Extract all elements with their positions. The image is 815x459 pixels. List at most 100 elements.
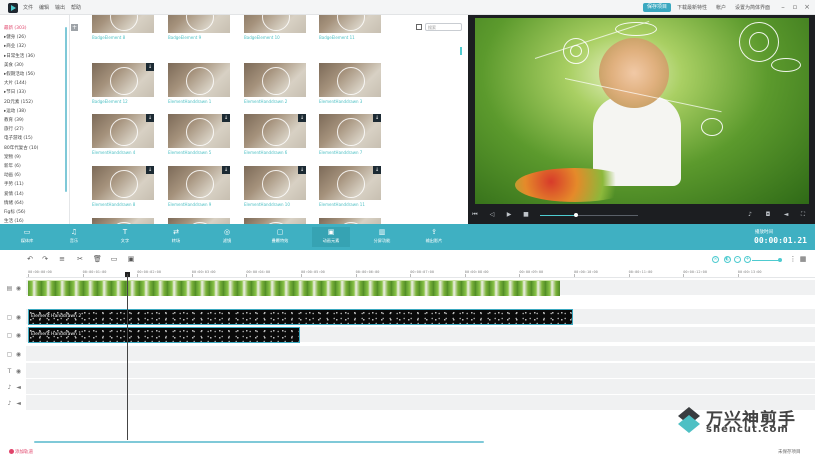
category-item[interactable]: ▸健身 (26) [4,34,26,40]
download-icon[interactable]: ↓ [373,114,381,122]
zoom-slider[interactable] [752,260,780,261]
menu-export[interactable]: 输出 [55,4,65,11]
crop-icon[interactable]: ▭ [110,255,118,263]
media-tile[interactable]: BadgeElement 8 [92,15,154,40]
media-scrollbar[interactable] [460,47,462,55]
playhead[interactable] [127,274,128,440]
media-tile[interactable]: ElementHanddrawn 1 [168,63,230,104]
category-scrollbar[interactable] [65,27,67,192]
add-icon[interactable]: + [71,24,78,31]
maximize-icon[interactable]: ▫ [791,3,799,11]
eye-icon[interactable]: ◉ [15,332,22,339]
step-back-icon[interactable]: ◁ [488,211,496,219]
media-tile[interactable]: ↓ ElementHanddrawn 10 [244,166,306,207]
category-item[interactable]: 教育 (39) [4,117,24,123]
download-icon[interactable]: ↓ [373,166,381,174]
download-icon[interactable]: ↓ [146,166,154,174]
category-item[interactable]: 电子游戏 (15) [4,135,33,141]
cut-icon[interactable]: ✂ [76,255,84,263]
media-thumbnail[interactable]: ↓ [244,114,306,148]
account-link[interactable]: 帐户 [716,4,726,11]
media-tile[interactable]: ↓ ElementHanddrawn 5 [168,114,230,155]
minimize-icon[interactable]: – [779,3,787,11]
element-clip[interactable]: Element Handdrawn 2 [28,309,573,325]
menu-file[interactable]: 文件 [23,4,33,11]
download-icon[interactable]: ↓ [298,166,306,174]
category-item[interactable]: 手势 (11) [4,181,24,187]
play-icon[interactable]: ▶ [505,211,513,219]
media-tile[interactable]: ↓ ElementHanddrawn 6 [244,114,306,155]
category-item[interactable]: ▸假期活动 (56) [4,71,35,77]
media-tile[interactable]: BadgeElement 9 [168,15,230,40]
add-track-icon[interactable] [9,449,14,454]
timeline-scrollbar[interactable] [34,441,484,443]
category-item[interactable]: 新年 (6) [4,163,21,169]
tool-elements[interactable]: ▣ 动画元素 [312,227,350,247]
undo-icon[interactable]: ↶ [26,255,34,263]
download-icon[interactable]: ↓ [222,166,230,174]
media-thumbnail[interactable]: ↓ [319,114,381,148]
fullscreen-icon[interactable]: ⛶ [799,211,807,219]
search-input[interactable]: 搜索 [425,23,462,31]
language-link[interactable]: 设置为简体界面 [735,4,770,11]
tracks-menu-icon[interactable]: ⋮ [789,255,797,263]
preview-progress-knob[interactable] [574,213,578,217]
media-tile[interactable]: ↓ ElementHanddrawn 7 [319,114,381,155]
media-tile[interactable]: ↓ ElementHanddrawn 11 [319,166,381,207]
media-thumbnail[interactable]: ↓ [168,114,230,148]
menu-edit[interactable]: 编辑 [39,4,49,11]
speaker-icon[interactable]: ◄ [15,384,22,391]
category-item[interactable]: 最新 (303) [4,25,27,31]
delete-icon[interactable]: 🗑 [93,255,102,263]
snapshot-marker-icon[interactable]: ▣ [127,255,135,263]
time-ruler[interactable]: 00:00:00:00 00:00:01:00 00:00:02:00 00:00:0… [26,268,815,278]
eye-icon[interactable]: ◉ [15,368,22,375]
download-icon[interactable]: ↓ [222,114,230,122]
media-thumbnail[interactable] [244,63,306,97]
media-tile[interactable]: ↓ ElementHanddrawn 8 [92,166,154,207]
media-thumbnail[interactable]: ↓ [168,166,230,200]
tool-music[interactable]: ♫ 音乐 [55,227,93,247]
save-project-button[interactable]: 保存项目 [643,3,672,12]
video-clip[interactable] [28,280,560,296]
category-item[interactable]: 美食 (30) [4,62,24,68]
media-tile[interactable]: ElementHanddrawn 3 [319,63,381,104]
tool-splitscreen[interactable]: ▥ 分屏功能 [363,227,401,247]
category-item[interactable]: 2D元素 (152) [4,99,33,105]
adjust-icon[interactable]: ≡ [58,255,66,263]
eye-icon[interactable]: ◉ [15,314,22,321]
tool-text[interactable]: T 文字 [106,227,144,247]
media-tile[interactable]: ↓ BadgeElement 12 [92,63,154,104]
zoom-in-icon[interactable]: + [744,256,751,263]
menu-help[interactable]: 帮助 [71,4,81,11]
media-thumbnail[interactable] [168,63,230,97]
download-icon[interactable]: ↓ [298,114,306,122]
category-item[interactable]: ▸商业 (32) [4,43,26,49]
eye-icon[interactable]: ◉ [15,285,22,292]
media-thumbnail[interactable]: ↓ [92,114,154,148]
tool-transition[interactable]: ⇄ 转场 [157,227,195,247]
media-thumbnail[interactable] [319,15,381,33]
element-clip[interactable]: Element Handdrawn 1 [28,327,300,343]
category-item[interactable]: ▸节日 (33) [4,89,26,95]
link-icon[interactable]: ∞ [712,256,719,263]
media-thumbnail[interactable]: ↓ [92,63,154,97]
media-thumbnail[interactable]: ↓ [244,166,306,200]
media-tile[interactable]: ↓ ElementHanddrawn 4 [92,114,154,155]
zoom-out-icon[interactable]: – [734,256,741,263]
volume-icon[interactable]: ◄ [782,211,790,219]
media-thumbnail[interactable]: ↓ [319,166,381,200]
tool-filter[interactable]: ◎ 滤镜 [208,227,246,247]
zoom-knob[interactable] [778,258,782,262]
category-item[interactable]: 爱情 (14) [4,191,24,197]
media-tile[interactable]: ElementHanddrawn 2 [244,63,306,104]
grid-view-icon[interactable] [416,24,422,30]
media-thumbnail[interactable] [319,63,381,97]
download-icon[interactable]: ↓ [146,114,154,122]
media-thumbnail[interactable] [244,15,306,33]
media-tile[interactable]: BadgeElement 11 [319,15,381,40]
tool-overlay[interactable]: ▢ 叠覆特效 [261,227,299,247]
prev-frame-icon[interactable]: ⏮ [471,211,479,219]
download-link[interactable]: 下载最新特性 [677,4,707,11]
category-item[interactable]: 动画 (6) [4,172,21,178]
